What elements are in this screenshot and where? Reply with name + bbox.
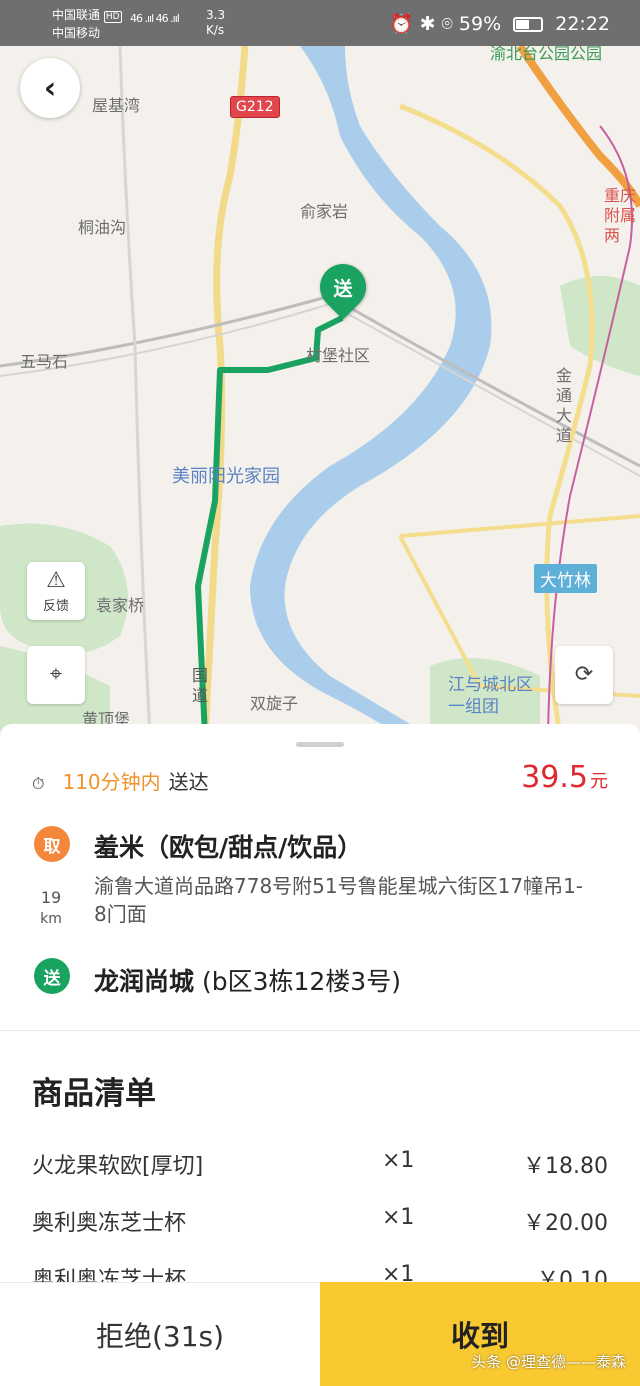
map-label: 屋基湾 <box>92 96 141 115</box>
action-bar: 拒绝(31s) 收到 头条 @理查德——泰森 <box>0 1282 640 1386</box>
hd-badge: HD <box>103 11 122 23</box>
goods-row: 火龙果软欧[厚切] ×1 ￥18.80 <box>32 1148 608 1179</box>
time-suffix: 送达 <box>168 770 209 794</box>
alarm-icon: ⏰ <box>389 13 414 35</box>
price-value: 39.5 <box>521 760 588 795</box>
dropoff-address: 龙润尚城 (b区3栋12楼3号) <box>94 962 401 998</box>
map-label: 袁家桥 <box>96 596 145 615</box>
delivery-time-row: ⏱ 110分钟内 送达 <box>32 766 209 795</box>
carrier-info: 中国联通 HD 中国移动 <box>52 7 122 41</box>
road <box>118 46 152 736</box>
reject-button[interactable]: 拒绝(31s) <box>0 1282 320 1386</box>
map-label: 双旋子 <box>250 694 299 713</box>
goods-title: 商品清单 <box>32 1076 156 1112</box>
map-label: 桐油沟 <box>78 218 127 237</box>
goods-row: 奥利奥冻芝士杯 ×1 ￥20.00 <box>32 1205 608 1236</box>
map-view[interactable]: G212 屋基湾 桐油沟 俞家岩 五马石 村堡社区 美丽阳光家园 袁家桥 黄顶堡… <box>0 46 640 736</box>
road-sign: G212 <box>230 96 280 118</box>
pickup-name: 羞米（欧包/甜点/饮品） <box>94 833 363 862</box>
expressway <box>516 46 640 208</box>
goods-qty: ×1 <box>382 1148 415 1173</box>
watermark: 头条 @理查德——泰森 <box>471 1353 626 1371</box>
map-label: 美丽阳光家园 <box>172 466 280 487</box>
map-canvas <box>0 46 640 736</box>
locate-button[interactable]: ⌖ <box>27 646 85 704</box>
park-tag: 大竹林 <box>534 564 597 593</box>
carrier-1: 中国联通 <box>52 8 101 22</box>
sheet-handle[interactable] <box>296 742 344 747</box>
back-button[interactable]: ‹ <box>20 58 80 118</box>
order-sheet: ⏱ 110分钟内 送达 39.5 元 取 羞米（欧包/甜点/饮品） 渝鲁大道尚品路77… <box>0 724 640 1282</box>
map-label: 国道 <box>192 666 209 705</box>
feedback-label: 反馈 <box>42 598 69 614</box>
dropoff-badge: 送 <box>34 958 70 994</box>
timer-icon: ⏱ <box>32 774 45 793</box>
dropoff-name: 龙润尚城 <box>94 967 195 996</box>
battery-percent: 59% <box>458 13 502 35</box>
map-label: 江与城北区一组团 <box>448 675 533 717</box>
green-area <box>560 276 640 376</box>
delivery-pin[interactable]: 送 <box>310 254 376 320</box>
delivery-pin-label: 送 <box>333 277 353 300</box>
status-right: ⏰ ✱ ⌾ 59% 22:22 <box>384 12 610 35</box>
chevron-left-icon: ‹ <box>43 70 57 106</box>
goods-price: ￥18.80 <box>523 1154 608 1179</box>
map-label: 俞家岩 <box>300 202 349 221</box>
battery-icon <box>513 17 544 32</box>
feedback-button[interactable]: ⚠ 反馈 <box>27 562 85 620</box>
pickup-badge: 取 <box>34 826 70 862</box>
clock: 22:22 <box>555 13 610 35</box>
network-speed: 3.3 K/s <box>206 8 225 38</box>
map-label: 重庆附属两 <box>604 186 637 245</box>
distance-unit: km <box>40 911 62 927</box>
time-limit: 110分钟内 <box>62 770 161 794</box>
map-label: 渝北台公园公园 <box>490 46 603 63</box>
distance-value: 19 <box>40 888 62 907</box>
goods-price: ￥20.00 <box>523 1211 608 1236</box>
status-bar: 中国联通 HD 中国移动 46 .ııl 46 .ııl 3.3 K/s ⏰ ✱ ⌾… <box>0 0 640 46</box>
crosshair-icon: ⌖ <box>49 662 63 687</box>
speed-value: 3.3 <box>206 8 226 22</box>
dropoff-detail: (b区3栋12楼3号) <box>194 967 401 996</box>
goods-name: 火龙果软欧[厚切] <box>32 1154 204 1179</box>
distance: 19 km <box>36 888 66 927</box>
speed-unit: K/s <box>206 23 225 37</box>
map-label: 五马石 <box>20 352 69 371</box>
order-price: 39.5 元 <box>521 760 608 795</box>
divider <box>0 1030 640 1031</box>
goods-price: ￥0.10 <box>537 1268 608 1282</box>
warning-icon: ⚠ <box>46 567 66 593</box>
map-label: 村堡社区 <box>306 346 371 365</box>
bluetooth-icon: ✱ <box>419 13 436 35</box>
highway-road <box>201 46 249 736</box>
signal-icon: 46 .ııl 46 .ııl <box>130 12 180 25</box>
location-icon: ⌾ <box>441 13 453 35</box>
pickup-address: 渝鲁大道尚品路778号附51号鲁能星城六街区17幢吊1-8门面 <box>94 874 584 926</box>
rail-line <box>0 294 640 468</box>
refresh-icon: ⟳ <box>574 662 594 687</box>
goods-qty: ×1 <box>382 1262 415 1282</box>
refresh-button[interactable]: ⟳ <box>555 646 613 704</box>
goods-name: 奥利奥冻芝士杯 <box>32 1211 187 1236</box>
price-unit: 元 <box>590 771 608 792</box>
goods-name: 奥利奥冻芝士杯 <box>32 1268 187 1282</box>
carrier-2: 中国移动 <box>52 26 101 40</box>
goods-row: 奥利奥冻芝士杯 ×1 ￥0.10 <box>32 1262 608 1282</box>
river <box>250 46 492 736</box>
goods-qty: ×1 <box>382 1205 415 1230</box>
map-label: 金通大道 <box>556 366 573 445</box>
